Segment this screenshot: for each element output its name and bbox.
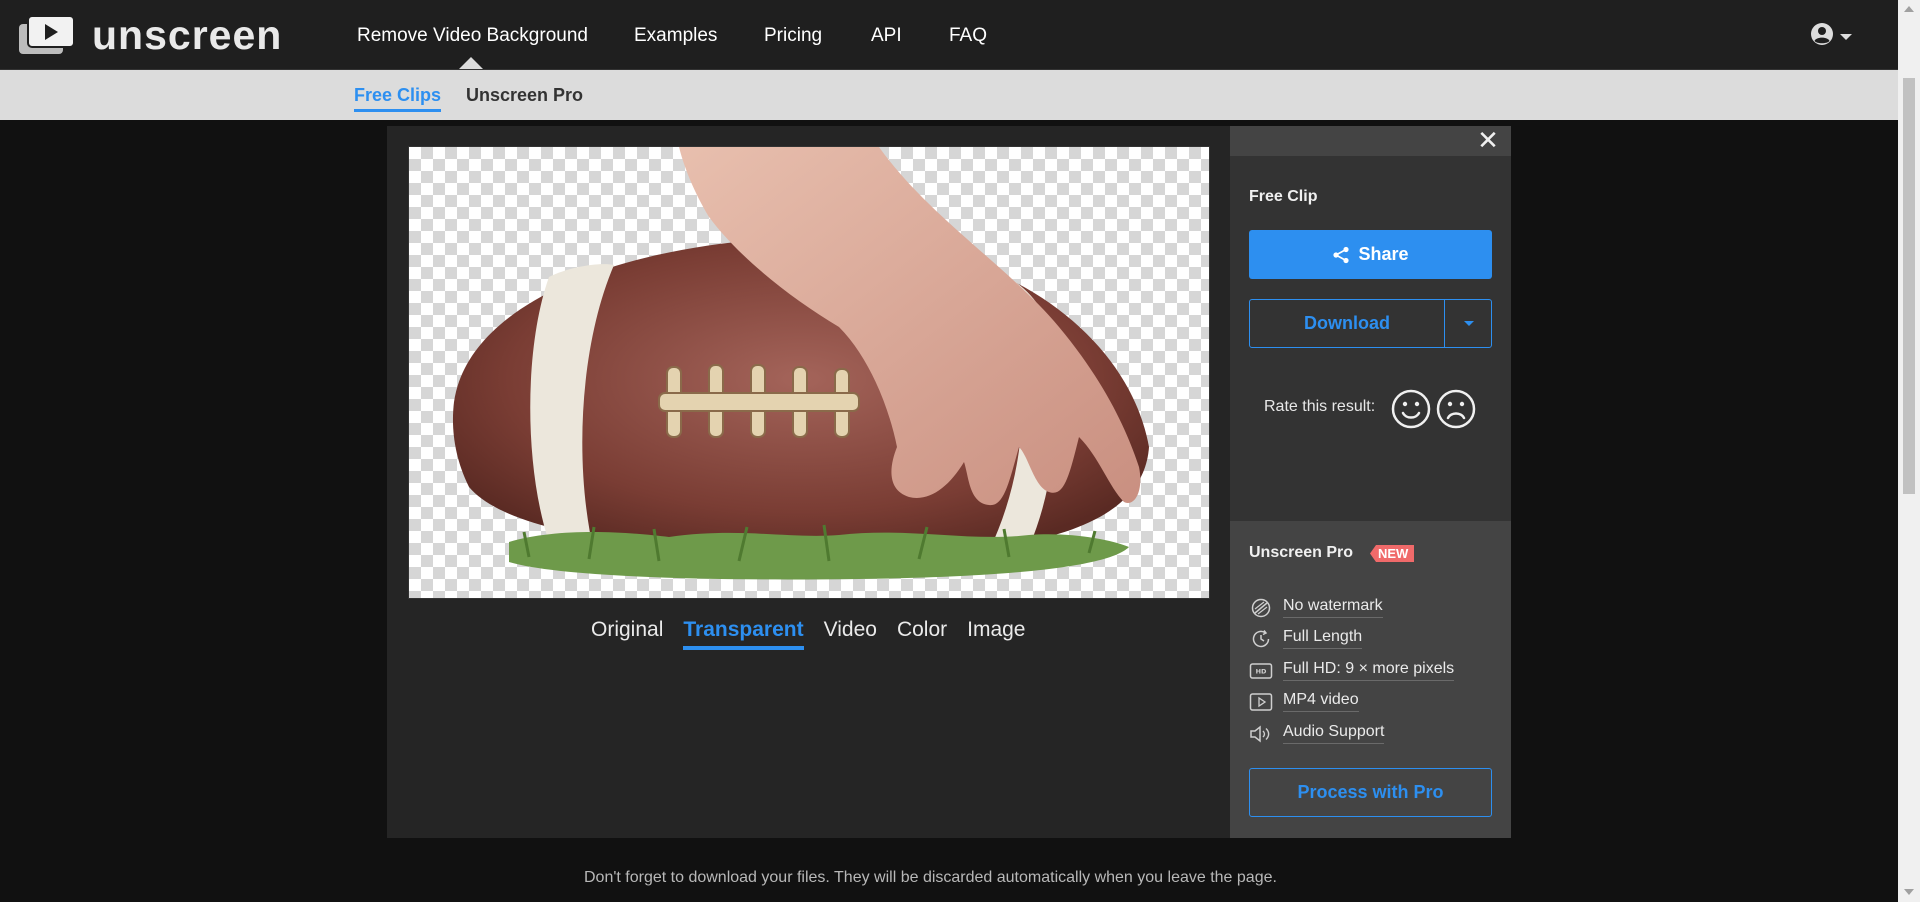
- feature-item: MP4 video: [1249, 691, 1359, 712]
- view-tab-color[interactable]: Color: [897, 616, 947, 650]
- rate-result-label: Rate this result:: [1264, 398, 1376, 415]
- user-menu[interactable]: [1810, 22, 1852, 51]
- download-button-group: Download: [1249, 299, 1492, 348]
- close-icon[interactable]: ✕: [1476, 127, 1500, 153]
- download-button[interactable]: Download: [1250, 300, 1444, 347]
- sad-face-icon[interactable]: [1436, 389, 1476, 429]
- process-with-pro-button[interactable]: Process with Pro: [1249, 768, 1492, 817]
- full-length-icon: [1252, 629, 1270, 647]
- top-navbar: unscreen Remove Video Background Example…: [0, 0, 1898, 70]
- happy-face-icon[interactable]: [1391, 389, 1431, 429]
- free-clip-title: Free Clip: [1249, 188, 1318, 205]
- unscreen-pro-title: Unscreen Pro: [1249, 544, 1354, 561]
- football-hand-image: [452, 147, 1149, 580]
- view-tab-video[interactable]: Video: [824, 616, 877, 650]
- tab-unscreen-pro[interactable]: Unscreen Pro: [466, 84, 583, 106]
- panel-header: [1230, 126, 1511, 156]
- nav-faq[interactable]: FAQ: [949, 24, 987, 48]
- new-badge: NEW: [1370, 545, 1415, 562]
- discard-warning-note: Don't forget to download your files. The…: [584, 869, 1277, 886]
- view-tab-image[interactable]: Image: [967, 616, 1025, 650]
- nav-remove-video-background[interactable]: Remove Video Background: [357, 24, 588, 48]
- svg-text:HD: HD: [1256, 667, 1267, 675]
- logo[interactable]: unscreen: [19, 12, 283, 58]
- preview-view-tabs: Original Transparent Video Color Image: [591, 616, 1046, 650]
- chevron-down-icon: [1463, 321, 1474, 326]
- view-tab-transparent[interactable]: Transparent: [683, 616, 804, 650]
- nav-examples[interactable]: Examples: [634, 24, 717, 48]
- nav-api[interactable]: API: [871, 24, 902, 48]
- share-button-label: Share: [1358, 244, 1409, 264]
- feature-item: No watermark: [1249, 597, 1383, 618]
- scroll-down-arrow-icon[interactable]: [1904, 889, 1914, 895]
- tab-free-clips[interactable]: Free Clips: [354, 84, 442, 112]
- feature-label: No watermark: [1283, 597, 1383, 618]
- share-button[interactable]: Share: [1249, 230, 1492, 279]
- feature-item: HD Full HD: 9 × more pixels: [1249, 660, 1455, 681]
- feature-label: Audio Support: [1283, 723, 1385, 744]
- download-options-dropdown[interactable]: [1444, 300, 1492, 347]
- mp4-video-icon: [1249, 692, 1273, 711]
- audio-icon: [1250, 724, 1270, 743]
- feature-label: Full Length: [1283, 628, 1363, 649]
- hd-icon: HD: [1249, 662, 1273, 679]
- feature-label: Full HD: 9 × more pixels: [1283, 660, 1455, 681]
- feature-item: Audio Support: [1249, 723, 1385, 744]
- feature-item: Full Length: [1249, 628, 1363, 649]
- logo-play-icon: [19, 15, 75, 55]
- sub-navbar: Free Clips Unscreen Pro: [0, 70, 1898, 120]
- view-tab-original[interactable]: Original: [591, 616, 663, 650]
- chevron-down-icon: [1840, 33, 1852, 40]
- share-icon: [1333, 246, 1350, 263]
- result-preview: [408, 146, 1210, 599]
- nav-pricing[interactable]: Pricing: [764, 24, 822, 48]
- user-account-icon: [1810, 22, 1834, 51]
- feature-label: MP4 video: [1283, 691, 1359, 712]
- page-scrollbar[interactable]: [1898, 0, 1920, 902]
- nav-active-indicator: [459, 57, 483, 69]
- scroll-up-arrow-icon[interactable]: [1904, 6, 1914, 12]
- scrollbar-thumb[interactable]: [1903, 78, 1915, 494]
- no-watermark-icon: [1251, 598, 1271, 617]
- brand-name: unscreen: [92, 12, 283, 58]
